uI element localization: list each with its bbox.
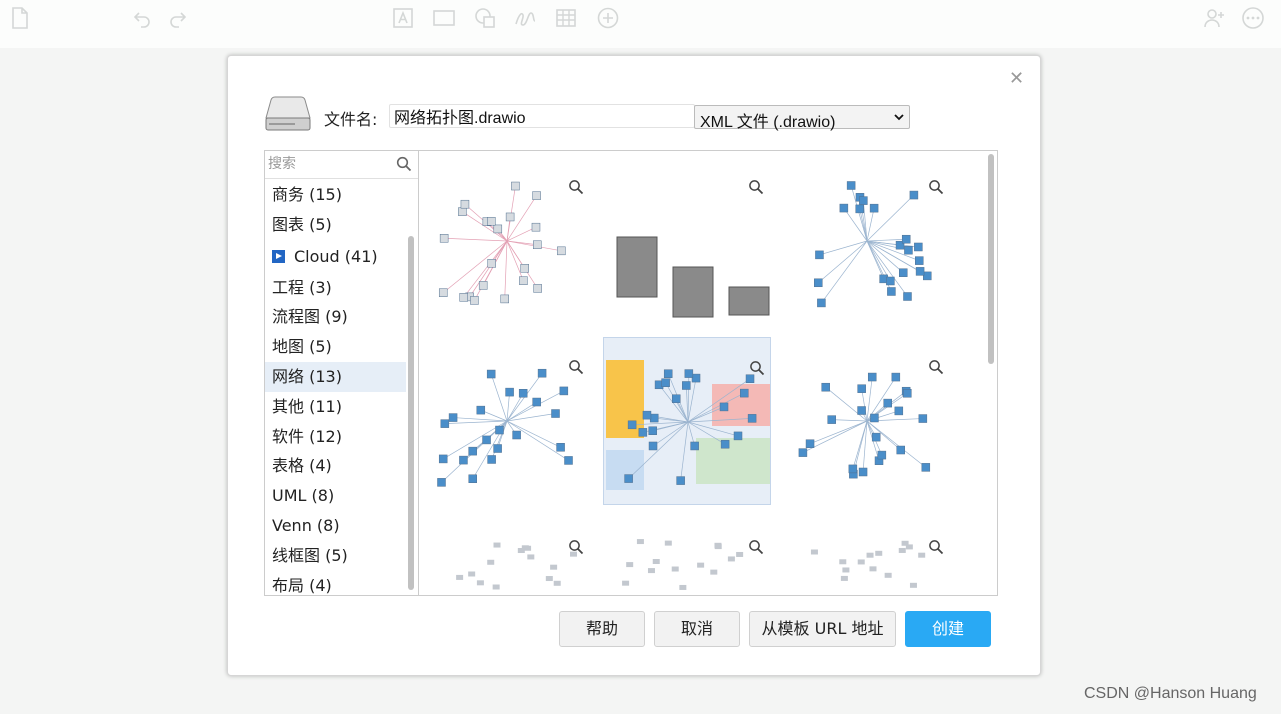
zoom-icon[interactable]: [928, 539, 944, 555]
template-gallery: [418, 150, 998, 596]
template-thumbnail[interactable]: [423, 337, 591, 505]
help-button[interactable]: 帮助: [559, 611, 645, 647]
search-box: [265, 151, 418, 179]
category-label: UML (8): [272, 486, 335, 506]
template-thumbnail[interactable]: [423, 157, 591, 325]
page-icon[interactable]: [8, 6, 32, 30]
category-item[interactable]: 商务 (15): [265, 180, 406, 210]
template-thumbnail[interactable]: [603, 517, 771, 595]
category-label: 布局 (4): [272, 575, 332, 595]
insert-icon[interactable]: [596, 6, 620, 30]
category-item[interactable]: Cloud (41): [265, 240, 406, 273]
template-thumbnail[interactable]: [603, 157, 771, 325]
category-item[interactable]: 图表 (5): [265, 210, 406, 240]
search-input[interactable]: [268, 154, 388, 174]
category-list: 商务 (15) 图表 (5) Cloud (41) 工程 (3) 流程图 (9) 地图 (…: [265, 180, 406, 595]
filetype-select[interactable]: XML 文件 (.drawio): [694, 105, 910, 131]
template-thumbnail[interactable]: [423, 517, 591, 595]
zoom-icon[interactable]: [748, 539, 764, 555]
text-icon[interactable]: [391, 6, 415, 30]
create-button[interactable]: 创建: [905, 611, 991, 647]
zoom-icon[interactable]: [928, 179, 944, 195]
network-diagram-preview: [622, 539, 744, 590]
category-label: Venn (8): [272, 515, 340, 535]
zoom-icon[interactable]: [568, 359, 584, 375]
network-diagram-preview: [437, 368, 573, 487]
zoom-icon[interactable]: [928, 359, 944, 375]
category-item[interactable]: 工程 (3): [265, 273, 406, 303]
from-url-button[interactable]: 从模板 URL 地址: [749, 611, 896, 647]
category-sidebar: 商务 (15) 图表 (5) Cloud (41) 工程 (3) 流程图 (9) 地图 (…: [264, 150, 419, 596]
category-label: 线框图 (5): [272, 545, 348, 565]
gallery-scrollbar[interactable]: [988, 154, 994, 364]
category-item[interactable]: 线框图 (5): [265, 541, 406, 571]
zoom-icon[interactable]: [568, 179, 584, 195]
category-label: 地图 (5): [272, 337, 332, 357]
zoom-icon[interactable]: [749, 360, 765, 376]
zoom-icon[interactable]: [568, 539, 584, 555]
filename-input[interactable]: [389, 104, 695, 128]
category-item[interactable]: 网络 (13): [265, 361, 406, 392]
freehand-icon[interactable]: [513, 6, 537, 30]
new-diagram-dialog: ✕ 文件名: XML 文件 (.drawio) 商务 (15) 图表 (5) Clo…: [227, 55, 1041, 676]
category-item[interactable]: 表格 (4): [265, 451, 406, 481]
filetype-value: XML 文件 (.drawio): [700, 114, 836, 131]
category-label: 网络 (13): [272, 366, 342, 386]
network-diagram-preview: [798, 372, 931, 479]
toolbar: [0, 0, 1281, 48]
more-icon[interactable]: [1241, 6, 1265, 30]
category-item[interactable]: 布局 (4): [265, 571, 406, 595]
undo-icon[interactable]: [130, 6, 154, 30]
watermark: CSDN @Hanson Huang: [1084, 685, 1257, 702]
network-diagram-preview: [438, 181, 566, 305]
category-label: 商务 (15): [272, 185, 342, 204]
zoom-icon[interactable]: [748, 179, 764, 195]
category-label: 表格 (4): [272, 456, 332, 476]
share-icon[interactable]: [1203, 6, 1227, 30]
template-thumbnail[interactable]: [783, 157, 951, 325]
category-item[interactable]: 流程图 (9): [265, 302, 406, 332]
category-label: Cloud (41): [294, 246, 378, 266]
category-label: 工程 (3): [272, 277, 332, 297]
redo-icon[interactable]: [166, 6, 190, 30]
network-diagram-preview: [814, 181, 932, 308]
network-diagram-preview: [616, 236, 770, 318]
template-thumbnail[interactable]: [783, 517, 951, 595]
category-item[interactable]: 软件 (12): [265, 422, 406, 452]
category-label: 软件 (12): [272, 426, 342, 446]
table-icon[interactable]: [554, 6, 578, 30]
search-icon[interactable]: [396, 156, 412, 172]
category-item[interactable]: UML (8): [265, 481, 406, 511]
category-label: 流程图 (9): [272, 307, 348, 327]
chevron-down-icon: [894, 114, 904, 121]
expand-icon: [272, 249, 285, 263]
category-item[interactable]: 其他 (11): [265, 392, 406, 422]
template-thumbnail[interactable]: [783, 337, 951, 505]
cancel-button[interactable]: 取消: [654, 611, 740, 647]
category-label: 图表 (5): [272, 214, 332, 234]
sidebar-scrollbar[interactable]: [408, 236, 414, 590]
network-diagram-preview: [810, 540, 926, 588]
shapes-icon[interactable]: [473, 6, 497, 30]
filename-label: 文件名:: [324, 110, 378, 129]
close-icon[interactable]: ✕: [1009, 68, 1024, 89]
category-item[interactable]: Venn (8): [265, 511, 406, 541]
template-thumbnail[interactable]: [603, 337, 771, 505]
drive-icon: [265, 96, 311, 131]
category-label: 其他 (11): [272, 396, 342, 416]
network-diagram-preview: [606, 360, 770, 490]
category-item[interactable]: 地图 (5): [265, 332, 406, 362]
rectangle-icon[interactable]: [432, 6, 456, 30]
network-diagram-preview: [456, 542, 578, 590]
